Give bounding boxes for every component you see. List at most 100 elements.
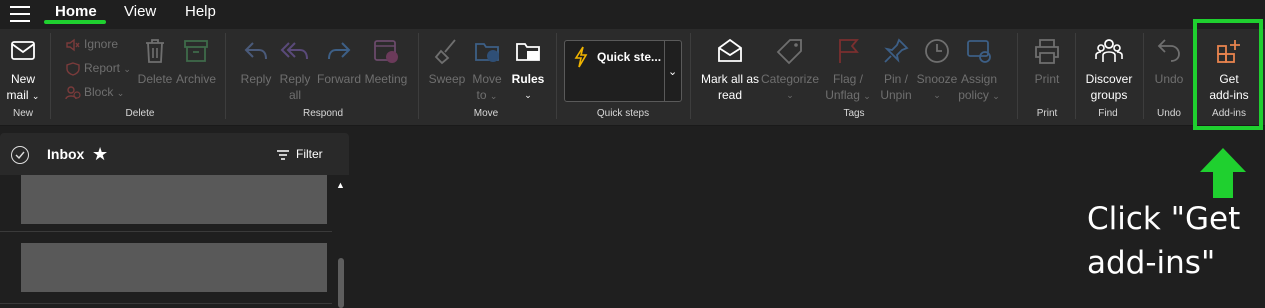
get-add-ins-highlight bbox=[1193, 19, 1263, 130]
chevron-down-icon: ⌄ bbox=[123, 64, 131, 74]
active-tab-underline bbox=[44, 20, 106, 24]
report-label: Report bbox=[84, 61, 121, 75]
divider bbox=[664, 41, 665, 101]
divider bbox=[225, 33, 226, 119]
rules-button[interactable]: Rules ⌄ bbox=[508, 37, 548, 103]
folder-move-icon bbox=[475, 43, 499, 62]
favorite-star-icon[interactable]: ★ bbox=[92, 144, 108, 165]
tab-home[interactable]: Home bbox=[55, 3, 97, 20]
chevron-down-icon: ⌄ bbox=[31, 91, 40, 101]
ignore-icon bbox=[66, 38, 80, 52]
chevron-down-icon[interactable]: ⌄ bbox=[668, 65, 677, 78]
snooze-label: Snooze bbox=[916, 72, 958, 86]
flag-unflag-button[interactable]: Flag / Unflag ⌄ bbox=[820, 37, 876, 104]
open-envelope-icon bbox=[718, 38, 742, 62]
reply-button[interactable]: Reply bbox=[236, 37, 276, 87]
undo-button[interactable]: Undo bbox=[1150, 37, 1188, 87]
lightning-icon bbox=[574, 46, 588, 68]
select-all-checkbox[interactable] bbox=[11, 146, 29, 164]
reply-icon bbox=[244, 42, 267, 60]
reply-all-button[interactable]: Reply all bbox=[276, 37, 314, 103]
report-button[interactable]: Report ⌄ bbox=[65, 59, 131, 77]
meeting-button[interactable]: Meeting bbox=[362, 37, 410, 87]
group-label-move: Move bbox=[473, 108, 499, 119]
discover-label-2: groups bbox=[1090, 88, 1128, 102]
group-label-respond: Respond bbox=[302, 108, 344, 119]
snooze-button[interactable]: Snooze ⌄ bbox=[916, 37, 958, 103]
scroll-up-arrow-icon[interactable]: ▲ bbox=[336, 180, 345, 190]
annotation-line-1: Click "Get bbox=[1087, 201, 1241, 237]
move-to-label: Move bbox=[472, 72, 502, 86]
assign-policy-button[interactable]: Assign policy ⌄ bbox=[958, 37, 1000, 104]
chevron-down-icon: ⌄ bbox=[933, 90, 941, 100]
block-button[interactable]: Block ⌄ bbox=[65, 83, 124, 101]
forward-label: Forward bbox=[316, 72, 361, 86]
quick-steps-label: Quick ste... bbox=[597, 50, 662, 64]
divider bbox=[0, 303, 332, 304]
archive-label: Archive bbox=[175, 72, 216, 86]
pin-icon bbox=[884, 38, 909, 63]
reply-label: Reply bbox=[240, 72, 272, 86]
delete-button[interactable]: Delete bbox=[136, 37, 174, 87]
forward-icon bbox=[328, 42, 351, 60]
print-button[interactable]: Print bbox=[1027, 37, 1067, 87]
delete-label: Delete bbox=[137, 72, 173, 86]
undo-label: Undo bbox=[1154, 72, 1184, 86]
discover-groups-button[interactable]: Discover groups bbox=[1080, 37, 1138, 103]
policy-icon bbox=[967, 40, 991, 63]
ignore-button[interactable]: Ignore bbox=[65, 35, 118, 53]
new-mail-label: New bbox=[10, 72, 35, 86]
mark-all-read-button[interactable]: Mark all as read bbox=[700, 37, 760, 103]
folder-title: Inbox bbox=[47, 146, 85, 162]
flag-label-2: Unflag bbox=[825, 88, 860, 102]
move-to-label-2: to bbox=[476, 88, 487, 102]
sweep-button[interactable]: Sweep bbox=[427, 37, 467, 87]
hamburger-menu-icon[interactable] bbox=[10, 6, 30, 22]
list-item[interactable] bbox=[21, 175, 327, 224]
group-label-new: New bbox=[12, 108, 33, 119]
tag-icon bbox=[776, 39, 802, 65]
divider bbox=[1075, 33, 1076, 119]
rules-label: Rules bbox=[511, 72, 545, 86]
sweep-label: Sweep bbox=[428, 72, 466, 86]
chevron-down-icon: ⌄ bbox=[863, 91, 871, 101]
top-menu-bar: Home View Help bbox=[0, 0, 1265, 28]
envelope-icon bbox=[11, 41, 35, 60]
forward-button[interactable]: Forward bbox=[315, 37, 363, 87]
calendar-reply-icon bbox=[374, 40, 398, 63]
flag-label: Flag / bbox=[832, 72, 863, 86]
archive-button[interactable]: Archive bbox=[175, 37, 217, 87]
group-label-quick-steps: Quick steps bbox=[596, 108, 650, 119]
rules-icon bbox=[516, 43, 540, 61]
new-mail-label-2: mail bbox=[6, 88, 29, 102]
tab-view[interactable]: View bbox=[124, 3, 156, 20]
filter-label: Filter bbox=[296, 147, 323, 161]
group-label-tags: Tags bbox=[843, 108, 865, 119]
chevron-down-icon: ⌄ bbox=[524, 90, 532, 100]
divider bbox=[1143, 33, 1144, 119]
block-label: Block bbox=[84, 85, 114, 99]
move-to-button[interactable]: Move to ⌄ bbox=[468, 37, 506, 104]
filter-button[interactable]: Filter bbox=[276, 147, 323, 161]
broom-icon bbox=[434, 39, 456, 65]
pin-label-2: Unpin bbox=[880, 88, 912, 102]
quick-steps-gallery[interactable]: Quick ste... ⌄ bbox=[564, 40, 682, 102]
block-user-icon bbox=[65, 86, 81, 100]
mark-all-label: Mark all as bbox=[700, 72, 759, 86]
mark-all-label-2: read bbox=[717, 88, 743, 102]
new-mail-button[interactable]: New mail ⌄ bbox=[2, 39, 44, 104]
ribbon: New mail ⌄ New Ignore Report ⌄ Block ⌄ D… bbox=[0, 29, 1265, 126]
pin-unpin-button[interactable]: Pin / Unpin bbox=[876, 37, 916, 103]
group-label-undo: Undo bbox=[1157, 108, 1181, 119]
divider bbox=[556, 33, 557, 119]
scrollbar-thumb[interactable] bbox=[338, 258, 344, 308]
archive-icon bbox=[184, 40, 208, 62]
divider bbox=[418, 33, 419, 119]
list-item[interactable] bbox=[21, 243, 327, 292]
shield-icon bbox=[66, 62, 80, 76]
tab-help[interactable]: Help bbox=[185, 3, 216, 20]
reply-all-label-2: all bbox=[288, 88, 301, 102]
categorize-button[interactable]: Categorize ⌄ bbox=[760, 37, 820, 103]
group-label-print: Print bbox=[1036, 108, 1058, 119]
green-up-arrow-icon bbox=[1200, 148, 1246, 198]
